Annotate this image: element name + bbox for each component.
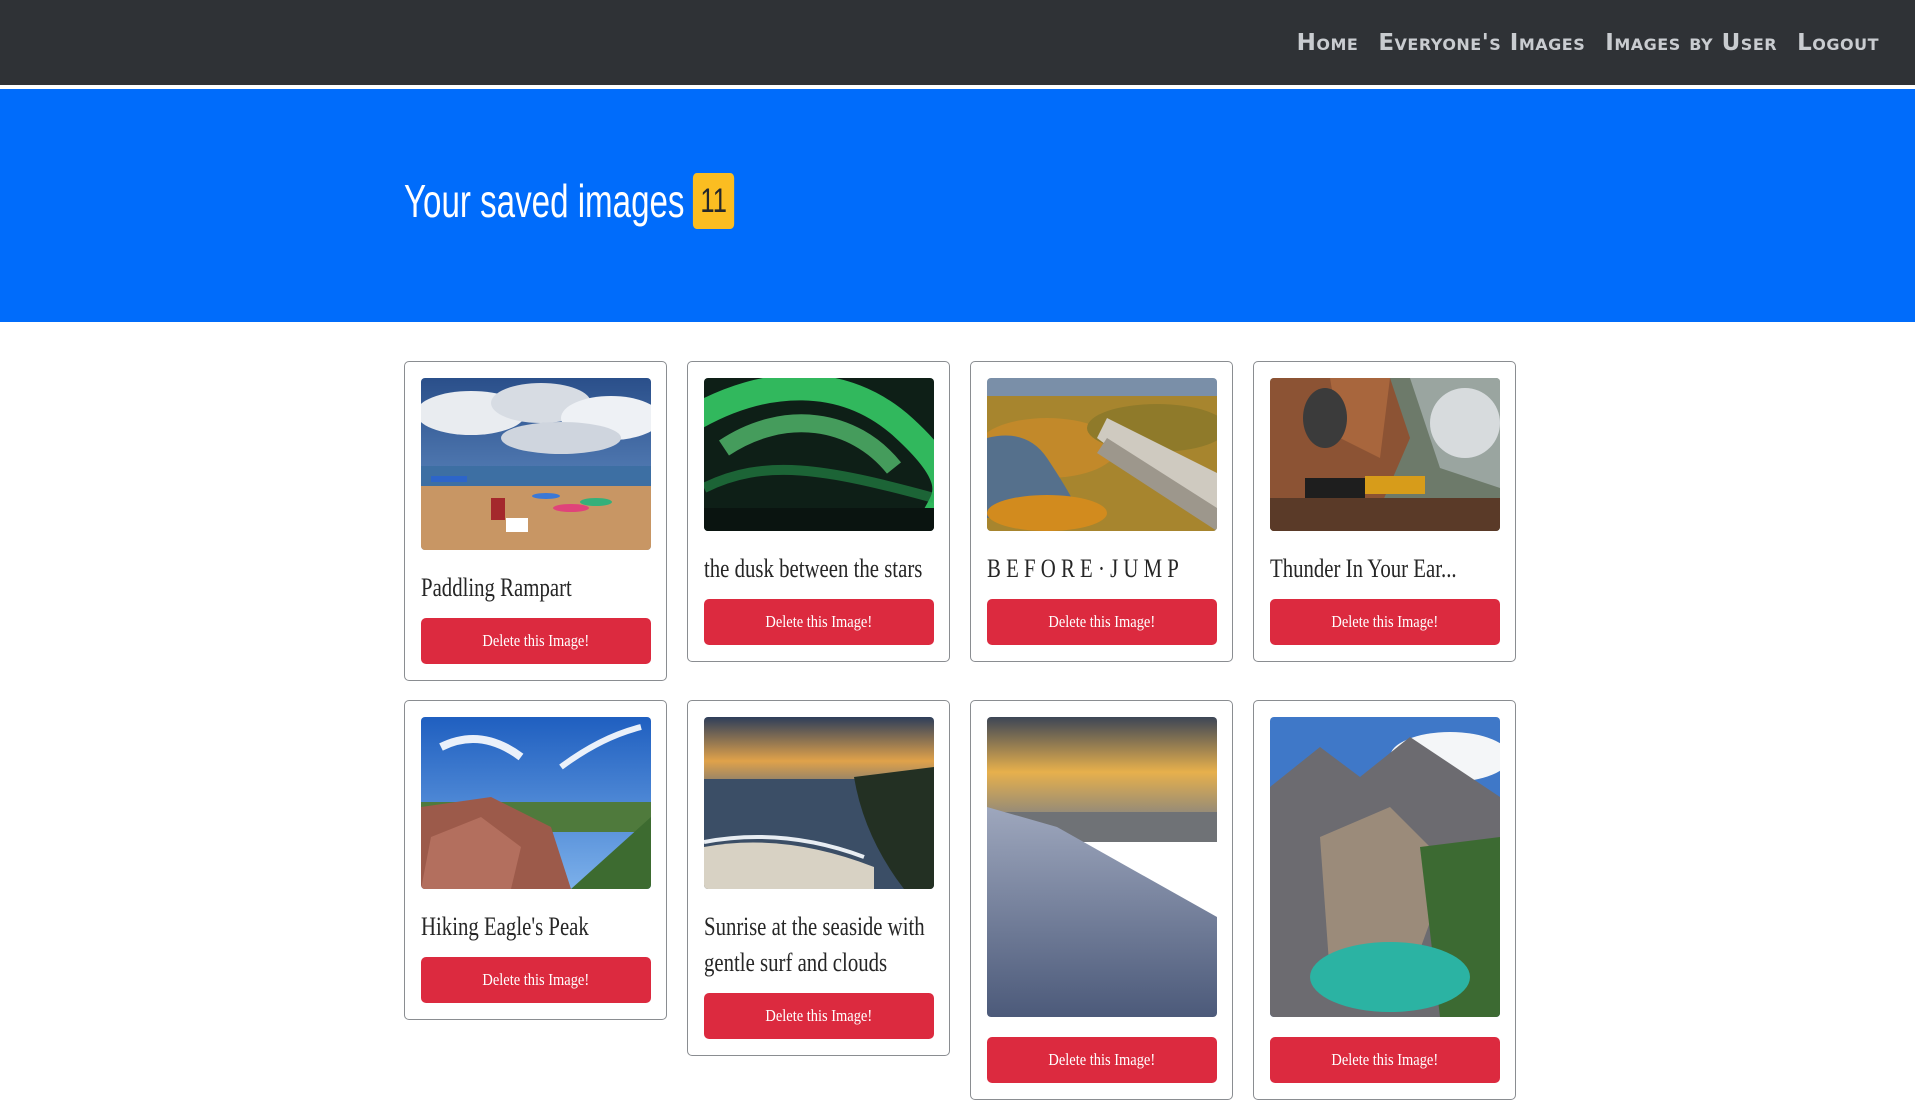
image-green-aurora bbox=[704, 378, 934, 531]
image-card: the dusk between the stars Delete this I… bbox=[687, 361, 950, 662]
nav-link-everyones-images[interactable]: Everyone's Images bbox=[1378, 30, 1585, 56]
delete-image-button[interactable]: Delete this Image! bbox=[987, 599, 1217, 645]
card-title: Thunder In Your Ear... bbox=[1270, 554, 1457, 583]
delete-image-button[interactable]: Delete this Image! bbox=[421, 618, 651, 664]
page-title-text: Your saved images bbox=[404, 175, 685, 227]
card-title: the dusk between the stars bbox=[704, 554, 923, 583]
image-card: Thunder In Your Ear... Delete this Image… bbox=[1253, 361, 1516, 662]
image-snowy-shore-sunset bbox=[987, 717, 1217, 1017]
delete-image-button[interactable]: Delete this Image! bbox=[987, 1037, 1217, 1083]
nav-links: Home Everyone's Images Images by User Lo… bbox=[1297, 0, 1879, 85]
image-steam-train-canyon bbox=[1270, 378, 1500, 531]
image-card: B E F O R E · J U M P Delete this Image! bbox=[970, 361, 1233, 662]
image-dam-autumn-forest bbox=[987, 378, 1217, 531]
image-card: Delete this Image! bbox=[1253, 700, 1516, 1100]
delete-image-button[interactable]: Delete this Image! bbox=[1270, 1037, 1500, 1083]
image-rocky-summit-view bbox=[421, 717, 651, 889]
delete-image-button[interactable]: Delete this Image! bbox=[1270, 599, 1500, 645]
card-title: Hiking Eagle's Peak bbox=[421, 912, 589, 941]
saved-count-badge: 11 bbox=[692, 173, 734, 229]
hero-banner: Your saved images 11 bbox=[0, 89, 1915, 322]
image-lake-beach-kayaks bbox=[421, 378, 651, 550]
image-card: Hiking Eagle's Peak Delete this Image! bbox=[404, 700, 667, 1020]
image-alpine-lake-mountains bbox=[1270, 717, 1500, 1017]
card-title: B E F O R E · J U M P bbox=[987, 554, 1179, 583]
delete-image-button[interactable]: Delete this Image! bbox=[704, 599, 934, 645]
page-title: Your saved images 11 bbox=[404, 173, 741, 229]
delete-image-button[interactable]: Delete this Image! bbox=[421, 957, 651, 1003]
nav-link-logout[interactable]: Logout bbox=[1797, 30, 1879, 56]
nav-link-images-by-user[interactable]: Images by User bbox=[1605, 30, 1777, 56]
nav-link-home[interactable]: Home bbox=[1297, 30, 1359, 56]
image-grid: Paddling Rampart Delete this Image! the … bbox=[404, 361, 1516, 1100]
image-card: Sunrise at the seaside with gentle surf … bbox=[687, 700, 950, 1056]
image-card: Paddling Rampart Delete this Image! bbox=[404, 361, 667, 681]
image-seaside-sunrise bbox=[704, 717, 934, 889]
navbar: Home Everyone's Images Images by User Lo… bbox=[0, 0, 1915, 85]
card-title: Paddling Rampart bbox=[421, 573, 572, 602]
image-card: Delete this Image! bbox=[970, 700, 1233, 1100]
delete-image-button[interactable]: Delete this Image! bbox=[704, 993, 934, 1039]
card-title: Sunrise at the seaside with gentle surf … bbox=[704, 912, 925, 977]
